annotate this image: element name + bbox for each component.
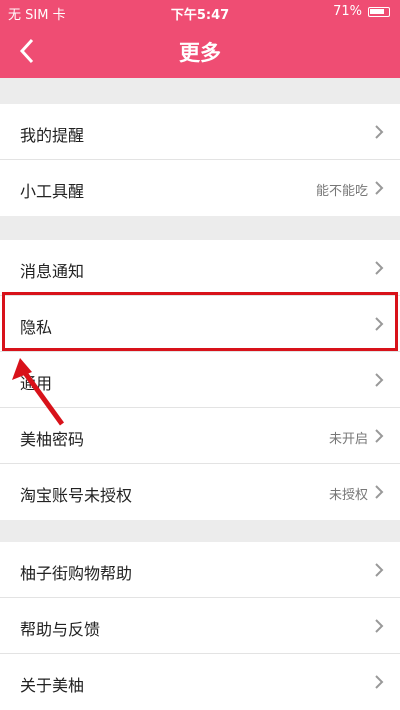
menu-item-taobao-account[interactable]: 淘宝账号未授权 未授权	[0, 464, 400, 520]
chevron-right-icon	[375, 563, 384, 577]
annotation-arrow-icon	[12, 358, 65, 426]
chevron-right-icon	[375, 373, 384, 387]
menu-item-about[interactable]: 关于美柚	[0, 654, 400, 710]
chevron-right-icon	[375, 181, 384, 195]
battery-percent: 71%	[333, 4, 362, 19]
menu-item-label: 小工具醒	[20, 182, 85, 201]
menu-item-value: 未授权	[328, 488, 368, 503]
battery-icon	[368, 6, 390, 17]
menu-item-label: 柚子街购物帮助	[20, 564, 133, 583]
page-title: 更多	[179, 41, 221, 65]
highlight-box	[2, 292, 398, 351]
menu-item-shopping-help[interactable]: 柚子街购物帮助	[0, 542, 400, 598]
chevron-right-icon	[375, 429, 384, 443]
menu-item-label: 淘宝账号未授权	[20, 486, 133, 505]
menu-item-value: 未开启	[328, 432, 368, 447]
menu-item-label: 帮助与反馈	[20, 620, 101, 639]
menu-item-tool[interactable]: 小工具醒 能不能吃	[0, 160, 400, 216]
nav-bar: 更多	[0, 24, 400, 78]
menu-item-label: 我的提醒	[20, 126, 85, 145]
settings-group-1: 我的提醒 小工具醒 能不能吃	[0, 104, 400, 216]
chevron-right-icon	[375, 619, 384, 633]
chevron-right-icon	[375, 125, 384, 139]
chevron-right-icon	[375, 675, 384, 689]
settings-group-3: 柚子街购物帮助 帮助与反馈 关于美柚	[0, 542, 400, 710]
chevron-right-icon	[375, 261, 384, 275]
menu-item-value: 能不能吃	[315, 184, 368, 199]
menu-item-help-feedback[interactable]: 帮助与反馈	[0, 598, 400, 654]
chevron-right-icon	[375, 485, 384, 499]
menu-item-label: 关于美柚	[20, 676, 85, 695]
menu-item-notifications[interactable]: 消息通知	[0, 240, 400, 296]
menu-item-label: 消息通知	[20, 262, 85, 281]
status-bar: 无 SIM 卡 下午5:47 71%	[0, 0, 400, 24]
menu-item-my-reminders[interactable]: 我的提醒	[0, 104, 400, 160]
